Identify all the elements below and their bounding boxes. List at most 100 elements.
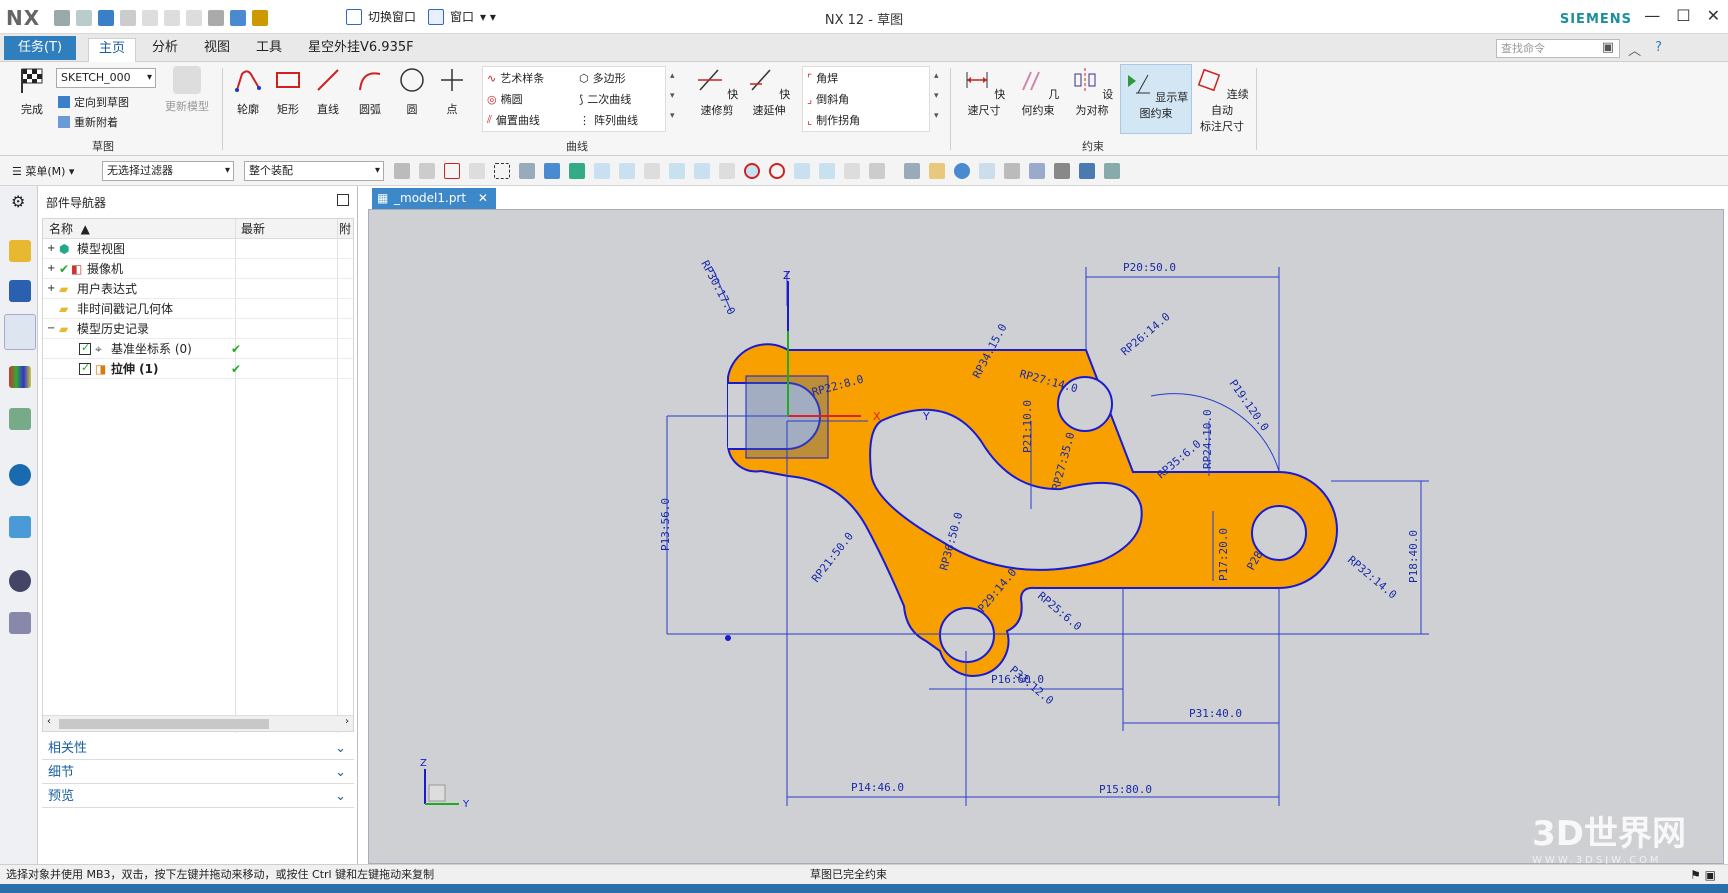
sketch-hole[interactable] bbox=[939, 607, 995, 663]
update-model-button[interactable]: 更新模型 bbox=[162, 66, 212, 114]
end-point-icon[interactable] bbox=[594, 163, 610, 179]
geometric-constraints-button[interactable]: 几何约束 bbox=[1012, 66, 1064, 118]
dimension-label[interactable]: P13:56.0 bbox=[659, 498, 672, 551]
dimension-label[interactable]: P21:10.0 bbox=[1021, 400, 1034, 453]
gear-icon[interactable]: ⚙ bbox=[11, 192, 25, 211]
show-sketch-constraints-button[interactable]: 显示草图约束 bbox=[1120, 64, 1192, 134]
fillet-button[interactable]: ⌜ 角焊 bbox=[807, 70, 838, 86]
dimension-label[interactable]: P14:46.0 bbox=[851, 781, 904, 794]
dimension-label[interactable]: RP30:17.0 bbox=[698, 258, 737, 317]
tree-row[interactable]: ✓ ⌖ 基准坐标系 (0) ✔ bbox=[43, 339, 353, 359]
undo-icon[interactable] bbox=[98, 10, 114, 26]
selection-scope-select[interactable]: 整个装配 bbox=[244, 161, 384, 181]
continuous-auto-dimension-button[interactable]: 连续自动 标注尺寸 bbox=[1194, 66, 1250, 134]
panel-preview[interactable]: 预览 ⌄ bbox=[42, 786, 354, 808]
help-icon[interactable]: ? bbox=[1655, 40, 1662, 59]
quick-trim-button[interactable]: 快速修剪 bbox=[692, 66, 742, 118]
quick-extend-button[interactable]: 快速延伸 bbox=[744, 66, 794, 118]
edge-style-icon[interactable] bbox=[1054, 163, 1070, 179]
tree-row[interactable]: + ▰ 用户表达式 bbox=[43, 279, 353, 299]
dimension-label[interactable]: RP21:50.0 bbox=[809, 530, 856, 585]
tree-row[interactable]: − ▰ 模型历史记录 bbox=[43, 319, 353, 339]
panel-dependencies[interactable]: 相关性 ⌄ bbox=[42, 738, 354, 760]
tab-tools[interactable]: 工具 bbox=[246, 38, 292, 62]
graphics-window[interactable]: Z X Y RP30:17.0 RP22:8.0 RP34:15.0 RP26:… bbox=[368, 209, 1724, 864]
column-header-name[interactable]: 名称 ▲ bbox=[43, 219, 235, 239]
dimension-label[interactable]: P20:50.0 bbox=[1123, 261, 1176, 274]
role-icon[interactable] bbox=[9, 612, 31, 634]
lasso-icon[interactable] bbox=[469, 163, 485, 179]
chamfer-button[interactable]: ⌟ 倒斜角 bbox=[807, 91, 849, 107]
sketch-hole[interactable] bbox=[1251, 505, 1307, 561]
tab-plugin[interactable]: 星空外挂V6.935F bbox=[298, 38, 424, 62]
profile-button[interactable]: 轮廓 bbox=[230, 66, 266, 117]
cut-icon[interactable] bbox=[142, 10, 158, 26]
sketch-name-select[interactable]: SKETCH_000 bbox=[56, 68, 156, 88]
gallery-scroll-icon[interactable]: ▴ ▾ ▾ bbox=[934, 66, 939, 126]
copy-icon[interactable] bbox=[164, 10, 180, 26]
dimension-label[interactable]: P31:40.0 bbox=[1189, 707, 1242, 720]
snap-point-icon[interactable] bbox=[569, 163, 585, 179]
menu-button[interactable]: ☰ 菜单(M) ▾ bbox=[12, 163, 74, 179]
orient-to-sketch-button[interactable]: 定向到草图 bbox=[58, 94, 129, 110]
face-filter-icon[interactable] bbox=[544, 163, 560, 179]
quadrant-icon[interactable] bbox=[769, 163, 785, 179]
clock-icon[interactable] bbox=[9, 570, 31, 592]
ribbon-options-icon[interactable]: ▣ bbox=[1602, 40, 1614, 59]
dimension-label[interactable]: RP32:14.0 bbox=[1345, 553, 1399, 601]
rectangle-button[interactable]: 矩形 bbox=[270, 66, 306, 117]
circle-button[interactable]: 圆 bbox=[394, 66, 430, 117]
sketch-point[interactable] bbox=[725, 635, 731, 641]
control-point-icon[interactable] bbox=[669, 163, 685, 179]
reuse-library-icon[interactable] bbox=[9, 366, 31, 388]
existing-point-icon[interactable] bbox=[794, 163, 810, 179]
tree-row[interactable]: + ⬢ 模型视图 bbox=[43, 239, 353, 259]
arc-center-icon[interactable] bbox=[744, 163, 760, 179]
panel-details[interactable]: 细节 ⌄ bbox=[42, 762, 354, 784]
dimension-label[interactable]: P19:120.0 bbox=[1227, 377, 1272, 433]
view-icon[interactable] bbox=[230, 10, 246, 26]
selection-filter-select[interactable]: 无选择过滤器 bbox=[102, 161, 234, 181]
rotate-icon[interactable] bbox=[954, 163, 970, 179]
bounded-grid-icon[interactable] bbox=[869, 163, 885, 179]
conic-button[interactable]: ⟆ 二次曲线 bbox=[579, 91, 631, 107]
dimension-label[interactable]: RP24:10.0 bbox=[1201, 409, 1214, 469]
polygon-button[interactable]: ⬡ 多边形 bbox=[579, 70, 626, 86]
switch-window-button[interactable]: 切换窗口 bbox=[368, 8, 416, 25]
collapse-ribbon-icon[interactable]: ︿ bbox=[1628, 40, 1641, 59]
finish-sketch-button[interactable]: 完成 bbox=[14, 66, 50, 117]
tab-analysis[interactable]: 分析 bbox=[142, 38, 188, 62]
intersection-icon[interactable] bbox=[719, 163, 735, 179]
part-navigator-icon[interactable] bbox=[4, 314, 36, 350]
render-style-icon[interactable] bbox=[1029, 163, 1045, 179]
spline-point-icon[interactable] bbox=[694, 163, 710, 179]
point-button[interactable]: 点 bbox=[434, 66, 470, 117]
close-icon[interactable]: ✕ bbox=[478, 191, 488, 205]
background-icon[interactable] bbox=[1104, 163, 1120, 179]
body-filter-icon[interactable] bbox=[519, 163, 535, 179]
rapid-dimension-button[interactable]: 快速尺寸 bbox=[958, 66, 1010, 118]
history-icon[interactable] bbox=[9, 516, 31, 538]
constraint-navigator-icon[interactable] bbox=[9, 280, 31, 302]
window-menu-button[interactable]: 窗口 bbox=[450, 8, 474, 25]
line-button[interactable]: 直线 bbox=[310, 66, 346, 117]
maximize-button[interactable]: ☐ bbox=[1676, 6, 1690, 25]
sketch-canvas[interactable]: Z X Y RP30:17.0 RP22:8.0 RP34:15.0 RP26:… bbox=[369, 210, 1725, 865]
dimension-label[interactable]: P15:80.0 bbox=[1099, 783, 1152, 796]
tab-home[interactable]: 主页 bbox=[88, 38, 137, 62]
chevron-down-icon[interactable]: ▾ ▾ bbox=[480, 10, 496, 24]
make-symmetric-button[interactable]: 设为对称 bbox=[1066, 66, 1118, 118]
fit-view-icon[interactable] bbox=[904, 163, 920, 179]
offset-curve-button[interactable]: ⫽ 偏置曲线 bbox=[487, 112, 540, 128]
orient-view-icon[interactable] bbox=[1079, 163, 1095, 179]
task-menu-button[interactable]: 任务(T) bbox=[4, 36, 76, 60]
tree-row[interactable]: ✓ ◨ 拉伸 (1) ✔ bbox=[43, 359, 353, 379]
dimension-label[interactable]: P18:40.0 bbox=[1407, 530, 1420, 583]
column-header-uptodate[interactable]: 最新 bbox=[235, 219, 337, 239]
curve-icon[interactable] bbox=[644, 163, 660, 179]
web-browser-icon[interactable] bbox=[9, 464, 31, 486]
rectangle-select-icon[interactable] bbox=[494, 163, 510, 179]
command-finder-icon[interactable] bbox=[252, 10, 268, 26]
flag-icon[interactable]: ⚑ ▣ bbox=[1690, 865, 1716, 885]
deselect-icon[interactable] bbox=[419, 163, 435, 179]
